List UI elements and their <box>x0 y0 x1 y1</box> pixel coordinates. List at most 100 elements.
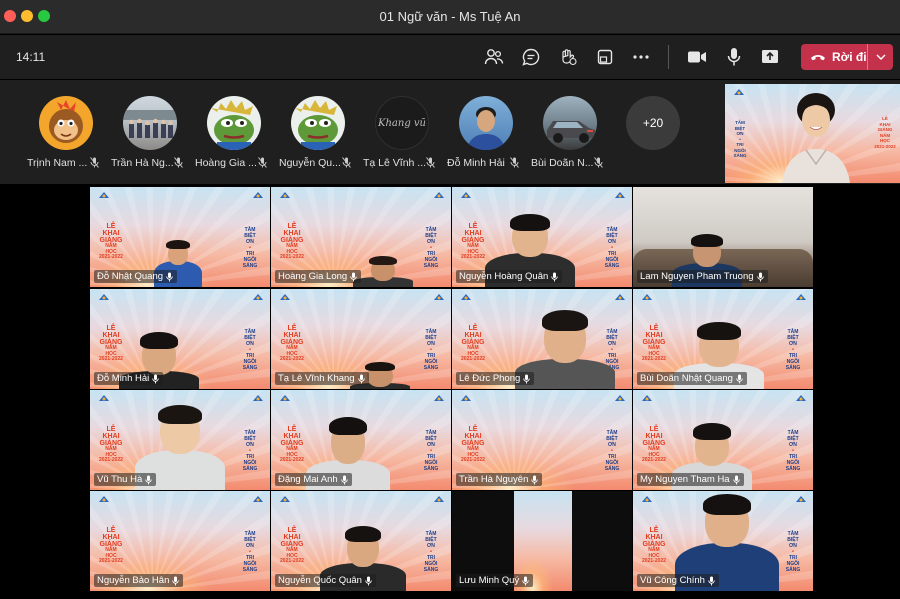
share-screen-button[interactable] <box>755 43 785 71</box>
video-tile[interactable]: LỄ KHAI GIẢNG NĂM HỌC 2021-2022 TÂM BIỆT ƠN • TRI N… <box>452 390 632 490</box>
video-tile[interactable]: Lam Nguyen Pham Truong <box>633 187 813 287</box>
share-tray-icon <box>597 49 613 65</box>
poster-left-text: LỄ KHAI GIẢNG NĂM HỌC 2021-2022 <box>642 426 666 464</box>
poster-right-text: TÂMBIỆTƠN•TRINGÔISÁNG <box>604 430 620 472</box>
strip-participant-name: Trịnh Nam ... <box>27 157 88 169</box>
school-logo-icon <box>253 294 263 300</box>
participant-name-label: Lam Nguyen Pham Truong <box>637 270 768 283</box>
video-tile[interactable]: LỄ KHAI GIẢNG NĂM HỌC 2021-2022 TÂM BIỆT ƠN • TRI N… <box>271 289 451 389</box>
mic-icon <box>732 475 740 484</box>
camera-button[interactable] <box>682 43 712 71</box>
mic-off-icon <box>510 157 519 168</box>
participant-name: Trần Hà Nguyên <box>459 474 529 485</box>
video-tile[interactable]: LỄ KHAI GIẢNG NĂM HỌC 2021-2022 TÂM BIỆT ƠN • TRI N… <box>452 289 632 389</box>
video-tile[interactable]: LỄ KHAI GIẢNG NĂM HỌC 2021-2022 TÂM BIỆT ƠN • TRI N… <box>90 187 270 287</box>
participant-name: Lê Đức Phong <box>459 373 521 384</box>
strip-participant-name: Nguyễn Qu... <box>279 157 341 169</box>
video-tile[interactable]: LỄ KHAI GIẢNG NĂM HỌC 2021-2022 TÂM BIỆT ƠN • TRI N… <box>90 491 270 591</box>
participant-name: My Nguyen Tham Ha <box>640 474 730 485</box>
participant-hair <box>697 322 741 340</box>
more-icon <box>633 55 649 59</box>
poster-right-text: TÂMBIỆTƠN•TRINGÔISÁNG <box>242 227 258 269</box>
poster-right-text: TÂMBIỆTƠN•TRINGÔISÁNG <box>423 430 439 472</box>
video-tile[interactable]: LỄ KHAI GIẢNG NĂM HỌC 2021-2022 TÂM BIỆT ƠN • TRI N… <box>90 390 270 490</box>
mic-icon <box>736 374 743 383</box>
leave-main-action[interactable]: Rời đi <box>801 44 867 70</box>
participant-name: Lưu Minh Quý <box>459 575 520 586</box>
video-tile[interactable]: LỄ KHAI GIẢNG NĂM HỌC 2021-2022 TÂM BIỆT ƠN • TRI N… <box>271 390 451 490</box>
video-tile[interactable]: LỄ KHAI GIẢNG NĂM HỌC 2021-2022 TÂM BIỆT ƠN • TRI N… <box>90 289 270 389</box>
poster-left-text: LỄ KHAI GIẢNG NĂM HỌC 2021-2022 <box>99 325 123 363</box>
video-tile[interactable]: LỄ KHAI GIẢNG NĂM HỌC 2021-2022 TÂM BIỆT ƠN • TRI N… <box>633 491 813 591</box>
video-tile[interactable]: LỄ KHAI GIẢNG NĂM HỌC 2021-2022 TÂM BIỆT ƠN • TRI N… <box>271 491 451 591</box>
video-tile[interactable]: LỄ KHAI GIẢNG NĂM HỌC 2021-2022 TÂM BIỆT ƠN • TRI N… <box>633 390 813 490</box>
share-screen-icon <box>762 50 778 63</box>
school-logo-icon <box>99 294 109 300</box>
chat-button[interactable] <box>516 43 546 71</box>
mic-off-icon <box>342 157 351 168</box>
frog-avatar <box>291 96 345 150</box>
poster-left-text: LỄ KHAI GIẢNG NĂM HỌC 2021-2022 <box>280 426 304 464</box>
mic-button[interactable] <box>719 43 749 71</box>
participant-name-label: Hoàng Gia Long <box>275 270 362 283</box>
participant-name: Tạ Lê Vĩnh Khang <box>278 373 355 384</box>
leave-label: Rời đi <box>832 50 867 64</box>
leave-options-dropdown[interactable] <box>868 44 893 70</box>
participant-name: Bùi Doãn Nhật Quang <box>640 373 733 384</box>
school-logo-icon <box>99 192 109 198</box>
poster-right-text: TÂMBIỆTƠN•TRINGÔISÁNG <box>733 120 747 158</box>
participant-name: Đỗ Minh Hải <box>97 373 150 384</box>
chat-icon <box>522 48 540 66</box>
mic-off-icon <box>426 157 435 168</box>
school-logo-icon <box>615 192 625 198</box>
mic-icon <box>531 475 539 484</box>
school-logo-icon <box>99 496 109 502</box>
video-tile[interactable]: LỄ KHAI GIẢNG NĂM HỌC 2021-2022 TÂM BIỆT ƠN • TRI N… <box>452 187 632 287</box>
meeting-toolbar: 14:11 Rời đi <box>0 35 900 79</box>
presenter-video[interactable]: TÂM BIỆT ƠN • TRI NGÔI SÁNG LỄ KHAI GIẢNG NĂM HỌC 2… <box>725 84 900 183</box>
participant-hair <box>345 526 381 542</box>
school-logo-icon <box>253 395 263 401</box>
mic-icon <box>551 272 559 281</box>
participant-name-label: Nguyễn Hoàng Quân <box>456 270 563 283</box>
poster-right-text: TÂMBIỆTƠN•TRINGÔISÁNG <box>242 430 258 472</box>
strip-participant-name: Đỗ Minh Hải <box>447 157 505 169</box>
boy-photo-avatar <box>459 96 513 150</box>
poster-left-text: LỄ KHAI GIẢNG NĂM HỌC 2021-2022 <box>461 426 485 464</box>
mic-icon <box>522 576 529 585</box>
school-logo-icon <box>280 496 290 502</box>
more-options-button[interactable] <box>626 43 656 71</box>
mic-icon <box>357 374 365 383</box>
people-button[interactable] <box>479 43 509 71</box>
participant-hair <box>158 405 202 425</box>
strip-participant-name: Bùi Doãn N... <box>531 157 594 169</box>
mic-icon <box>727 48 741 66</box>
participant-name-label: Vũ Thu Hà <box>94 473 157 486</box>
school-logo-icon <box>461 294 471 300</box>
mic-icon <box>152 374 160 383</box>
video-tile[interactable]: LỄ KHAI GIẢNG NĂM HỌC 2021-2022 TÂM BIỆT ƠN • TRI N… <box>271 187 451 287</box>
strip-participant-name: Trần Hà Ng... <box>111 157 174 169</box>
school-logo-icon <box>280 294 290 300</box>
leave-meeting-button[interactable]: Rời đi <box>801 44 893 70</box>
reactions-button[interactable] <box>553 43 583 71</box>
participant-hair <box>365 362 395 372</box>
mic-icon <box>166 272 173 281</box>
monkey-avatar <box>39 96 93 150</box>
more-participants-button[interactable]: +20 <box>626 96 680 150</box>
toolbar-divider <box>668 45 669 69</box>
participant-name: Nguyễn Bảo Hân <box>97 575 170 586</box>
participant-hair <box>369 256 397 266</box>
participant-name: Vũ Thu Hà <box>97 474 143 485</box>
mic-icon <box>172 576 180 585</box>
poster-left-text: LỄ KHAI GIẢNG NĂM HỌC 2021-2022 <box>280 325 304 363</box>
participant-hair <box>693 423 731 440</box>
school-logo-icon <box>642 294 652 300</box>
people-icon <box>484 49 504 65</box>
participant-hair <box>542 310 588 331</box>
video-tile[interactable]: Lưu Minh Quý <box>452 491 632 591</box>
mic-icon <box>708 576 715 585</box>
chevron-down-icon <box>876 54 885 60</box>
video-tile[interactable]: LỄ KHAI GIẢNG NĂM HỌC 2021-2022 TÂM BIỆT ƠN • TRI N… <box>633 289 813 389</box>
share-tray-button[interactable] <box>590 43 620 71</box>
